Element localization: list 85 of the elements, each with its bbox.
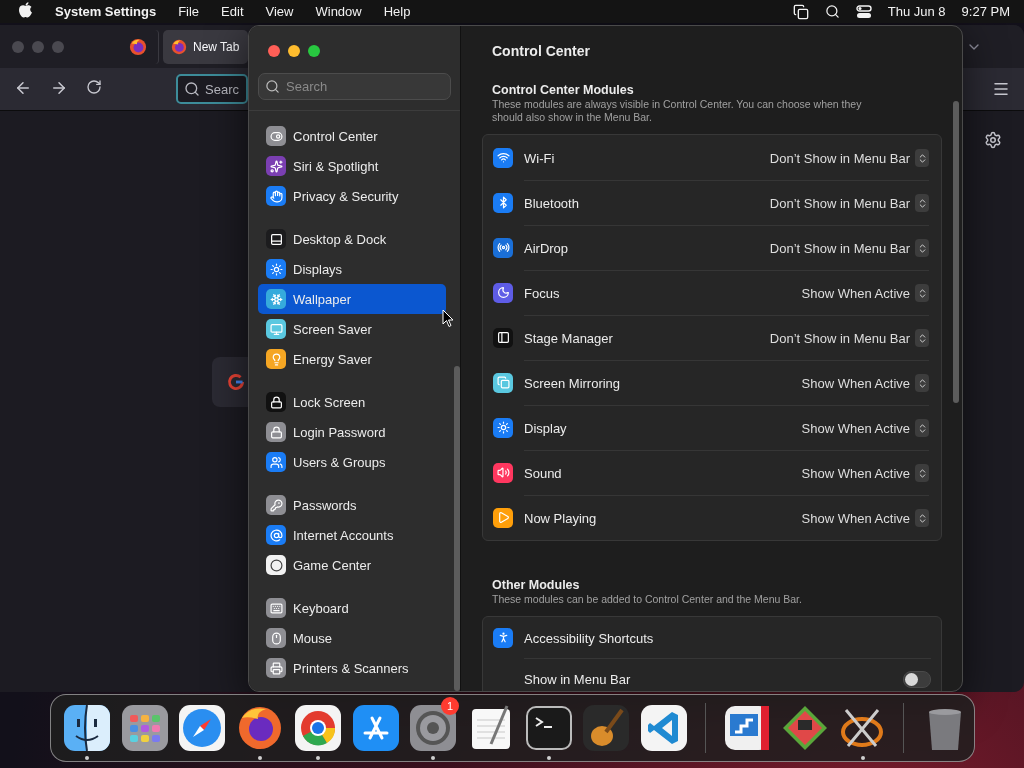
- app-menu[interactable]: System Settings: [55, 4, 157, 19]
- app-grid-icon[interactable]: [120, 704, 169, 752]
- visibility-select[interactable]: Don’t Show in Menu Bar: [769, 149, 929, 167]
- module-label: Bluetooth: [524, 195, 579, 211]
- zoom-button[interactable]: [308, 45, 320, 57]
- menu-item[interactable]: Edit: [221, 4, 244, 19]
- ring-logo-icon[interactable]: [293, 704, 342, 752]
- close-button[interactable]: [268, 45, 280, 57]
- visibility-select[interactable]: Show When Active: [801, 419, 929, 437]
- sidebar-item[interactable]: Wallpaper: [258, 284, 446, 314]
- visibility-select[interactable]: Show When Active: [801, 374, 929, 392]
- minimize-button[interactable]: [288, 45, 300, 57]
- menu-bar-date[interactable]: Thu Jun 8: [887, 4, 946, 19]
- app-store-icon[interactable]: [351, 704, 400, 752]
- menu-item[interactable]: Window: [315, 4, 362, 19]
- forward-icon[interactable]: [50, 79, 68, 97]
- pointer-icon: [442, 309, 454, 328]
- code-editor-icon[interactable]: [640, 704, 689, 752]
- sidebar-item[interactable]: Login Password: [258, 417, 446, 447]
- visibility-select[interactable]: Don’t Show in Menu Bar: [769, 329, 929, 347]
- shortcut-tile[interactable]: [212, 357, 248, 407]
- back-icon[interactable]: [14, 79, 32, 97]
- browser-tab[interactable]: New Tab: [163, 29, 248, 64]
- sidebar-item[interactable]: Control Center: [258, 121, 446, 151]
- sidebar-item[interactable]: Passwords: [258, 490, 446, 520]
- sidebar-item[interactable]: Internet Accounts: [258, 520, 446, 550]
- apple-icon[interactable]: [18, 2, 33, 18]
- module-label: Stage Manager: [524, 330, 613, 346]
- terminal-icon[interactable]: [524, 704, 573, 752]
- visibility-select[interactable]: Show When Active: [801, 284, 929, 302]
- visibility-select[interactable]: Don’t Show in Menu Bar: [769, 239, 929, 257]
- search-icon: [184, 81, 200, 97]
- module-label: Sound: [524, 465, 562, 481]
- module-label: Focus: [524, 285, 560, 301]
- menu-item[interactable]: File: [178, 4, 200, 19]
- reload-icon[interactable]: [86, 79, 102, 95]
- compass-icon[interactable]: [178, 704, 227, 752]
- section-description: These modules can be added to Control Center and the Menu Bar.: [491, 592, 803, 606]
- window-app-icon[interactable]: [722, 704, 771, 752]
- visibility-select[interactable]: Show When Active: [801, 509, 929, 527]
- search-icon: [265, 79, 280, 94]
- module-label: Screen Mirroring: [524, 375, 621, 391]
- sidebar-item[interactable]: Siri & Spotlight: [258, 151, 446, 181]
- sidebar-item[interactable]: Displays: [258, 254, 446, 284]
- menu-item[interactable]: View: [265, 4, 294, 19]
- module-label: Accessibility Shortcuts: [524, 630, 654, 646]
- visibility-select[interactable]: Show When Active: [801, 464, 929, 482]
- address-field[interactable]: Searc: [176, 74, 248, 104]
- module-label: Display: [524, 420, 567, 436]
- guitar-icon[interactable]: [582, 704, 631, 752]
- gear-icon[interactable]: [409, 704, 458, 752]
- search-icon[interactable]: [824, 4, 840, 19]
- module-label: AirDrop: [524, 240, 569, 256]
- sidebar-item[interactable]: Printers & Scanners: [258, 653, 446, 683]
- overlapping-windows-icon[interactable]: [792, 3, 809, 20]
- sidebar-item[interactable]: Lock Screen: [258, 387, 446, 417]
- notification-badge: 1: [441, 697, 460, 715]
- module-label: Wi-Fi: [524, 150, 555, 166]
- flame-globe-icon: [129, 37, 147, 56]
- sidebar-item[interactable]: Game Center: [258, 550, 446, 580]
- smiling-face-icon[interactable]: [62, 704, 111, 752]
- toggle-switch[interactable]: [903, 671, 931, 688]
- section-description: These modules are always visible in Control Center. You can choose when they should also show in the Menu Bar.: [491, 97, 863, 124]
- section-heading: Control Center Modules: [491, 82, 635, 97]
- toggles-icon[interactable]: [855, 4, 872, 19]
- menu-icon[interactable]: [992, 80, 1010, 98]
- sidebar-item[interactable]: Screen Saver: [258, 314, 446, 344]
- visibility-select[interactable]: Don’t Show in Menu Bar: [769, 194, 929, 212]
- menu-item[interactable]: Help: [383, 4, 411, 19]
- scrollbar-thumb[interactable]: [953, 101, 959, 403]
- option-label: Show in Menu Bar: [524, 672, 631, 687]
- sidebar-item[interactable]: Mouse: [258, 623, 446, 653]
- sidebar-item[interactable]: Keyboard: [258, 593, 446, 623]
- sidebar-item[interactable]: Desktop & Dock: [258, 224, 446, 254]
- menu-bar-time[interactable]: 9:27 PM: [961, 4, 1010, 19]
- section-heading: Other Modules: [491, 577, 581, 592]
- module-label: Now Playing: [524, 510, 597, 526]
- sidebar-item[interactable]: Users & Groups: [258, 447, 446, 477]
- pane-title: Control Center: [491, 42, 591, 61]
- sidebar-item[interactable]: Energy Saver: [258, 344, 446, 374]
- sidebar-item[interactable]: Privacy & Security: [258, 181, 446, 211]
- flame-globe-icon: [171, 38, 187, 55]
- settings-icon[interactable]: [984, 131, 1002, 149]
- g-circle-icon: [227, 373, 245, 391]
- scrollbar-thumb[interactable]: [454, 366, 460, 691]
